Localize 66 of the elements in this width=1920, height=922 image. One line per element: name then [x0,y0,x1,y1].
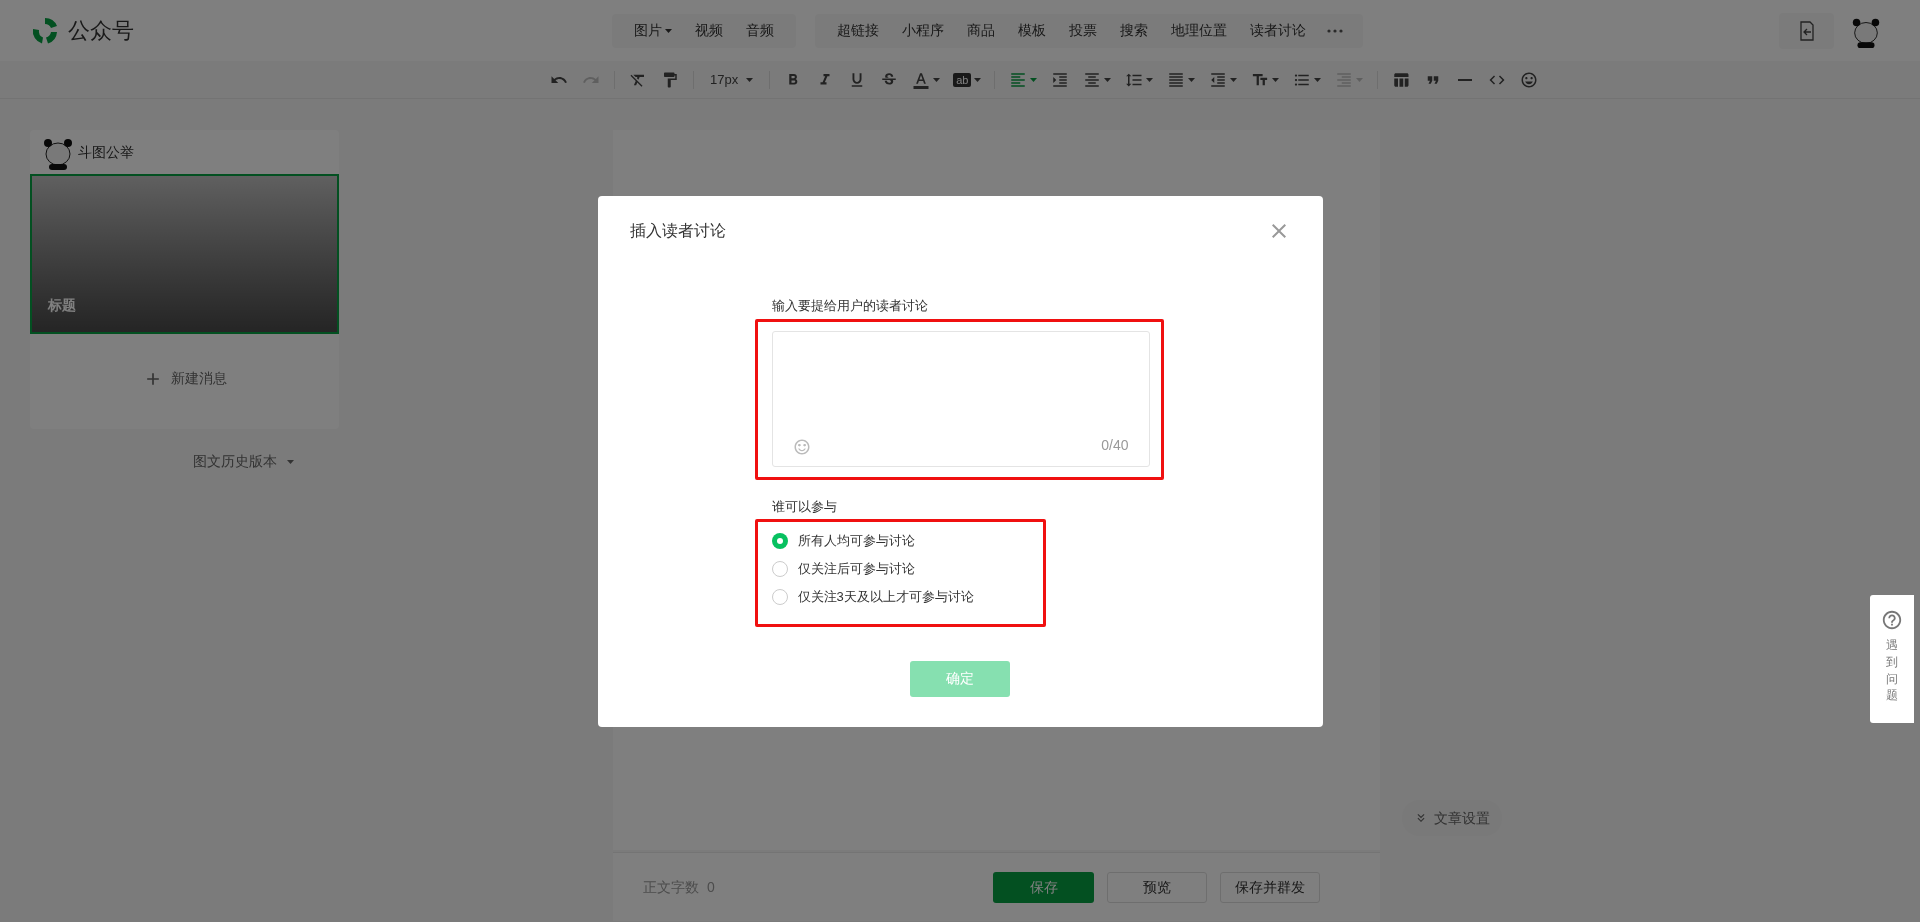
insert-menu-item[interactable]: 地理位置 [1161,13,1237,48]
caret-icon [1188,77,1196,82]
action-button[interactable]: 保存 [993,871,1094,903]
dialog-title: 插入读者讨论 [629,220,726,241]
character-counter: 0/40 [1101,435,1129,455]
font-size-dropdown[interactable]: 17px [704,66,760,93]
history-dropdown[interactable]: 图文历史版本 [193,451,294,472]
insert-menu-item[interactable]: 读者讨论 [1240,13,1316,48]
account-name: 斗图公举 [78,142,134,162]
participant-option[interactable]: 仅关注后可参与讨论 [771,558,1150,579]
caret-icon [1146,77,1154,82]
caret-icon [665,28,672,33]
caret-icon [1314,77,1322,82]
help-icon [1881,609,1903,631]
field-label: 输入要提给用户的读者讨论 [771,297,928,314]
insert-menu-item[interactable]: 小程序 [892,13,954,48]
insert-menu-item[interactable]: 视频 [685,13,733,48]
help-label: 遇到问题 [1886,637,1898,705]
radio-button[interactable] [771,532,788,549]
emoji-icon [1520,70,1539,89]
option-label: 仅关注3天及以上才可参与讨论 [797,587,974,606]
outdent-icon [1209,70,1228,89]
font-color-icon [912,70,931,89]
insert-menu-item[interactable]: 搜索 [1110,13,1158,48]
logo-icon [30,15,60,46]
caret-icon [1104,77,1112,82]
align-left-icon [1009,70,1028,89]
option-label: 仅关注后可参与讨论 [797,559,915,578]
radio-button[interactable] [771,588,788,605]
caret-icon [974,77,982,82]
paintbrush-icon [661,70,679,89]
paragraph-spacing-icon [1167,70,1186,89]
article-cover[interactable]: 标题 [30,174,339,334]
article-title: 标题 [48,296,76,315]
radio-button[interactable] [771,560,788,577]
document-arrow-icon [1799,20,1814,41]
align-center-icon [1083,70,1102,89]
horizontal-rule-icon [1458,78,1473,81]
action-button[interactable]: 保存并群发 [1220,871,1320,903]
discussion-textarea[interactable]: 0/40 [771,330,1150,467]
insert-menu-item[interactable]: 音频 [736,13,784,48]
highlight-swatch: ab [953,72,972,87]
caret-icon [287,459,294,464]
new-message-button[interactable]: 新建消息 [142,368,227,389]
caret-icon [746,77,754,82]
action-button[interactable]: 预览 [1107,871,1207,903]
caret-icon [1030,77,1038,82]
participant-option[interactable]: 仅关注3天及以上才可参与讨论 [771,586,1150,607]
insert-menu-item[interactable]: 模板 [1008,13,1056,48]
insert-menu-item[interactable]: 商品 [957,13,1005,48]
caret-icon [1230,77,1238,82]
insert-menu-item[interactable]: 投票 [1059,13,1107,48]
option-label: 所有人均可参与讨论 [797,531,915,550]
participant-option[interactable]: 所有人均可参与讨论 [771,530,1150,551]
insert-menu-item[interactable]: 超链接 [827,13,889,48]
brand-name: 公众号 [68,17,134,45]
help-panel[interactable]: 遇到问题 [1870,595,1914,723]
document-button[interactable] [1779,12,1834,49]
insert-menu-item[interactable]: 图片 [624,13,682,48]
more-icon [1327,28,1343,33]
caret-icon [933,77,941,82]
table-icon [1392,70,1411,89]
caret-icon [1272,77,1280,82]
indent-icon [1051,70,1070,89]
highlight-button[interactable]: ab [950,66,985,93]
participants-label: 谁可以参与 [771,497,838,516]
